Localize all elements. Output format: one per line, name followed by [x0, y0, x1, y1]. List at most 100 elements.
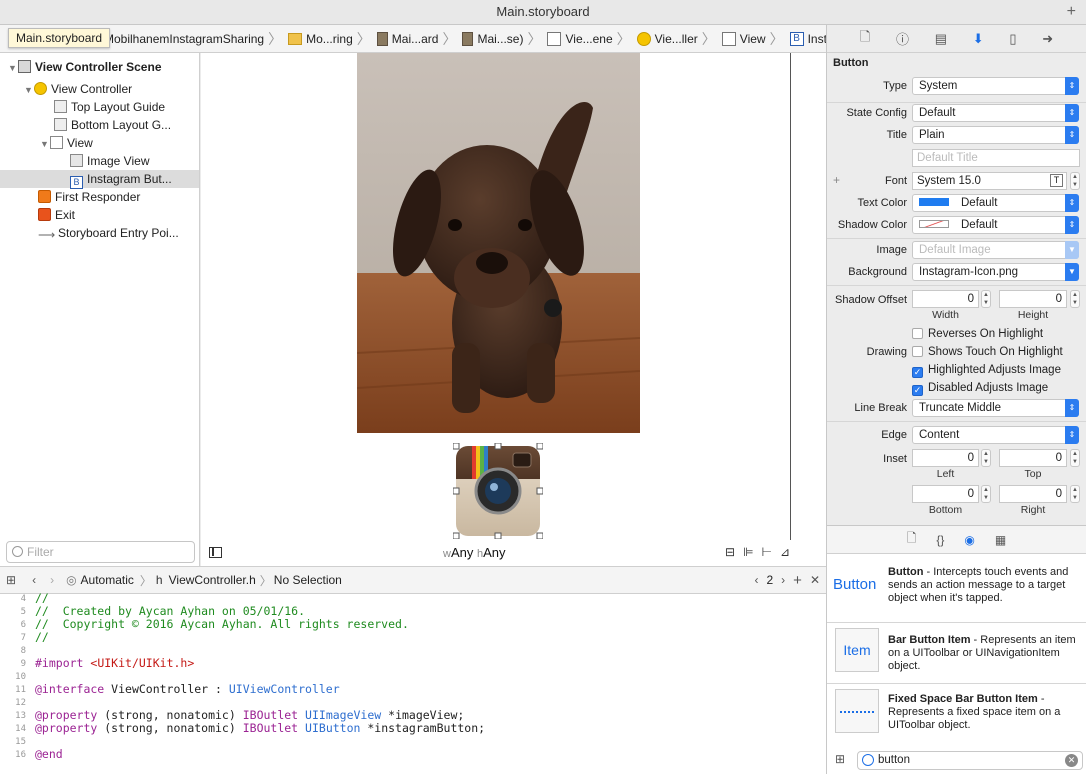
clear-search-icon[interactable]: ✕ — [1065, 754, 1078, 767]
disclosure-triangle-icon[interactable]: ▼ — [8, 59, 18, 77]
shadow-width-stepper[interactable]: ▲ ▼ — [981, 290, 991, 308]
shadow-height-stepper[interactable]: ▲ ▼ — [1070, 290, 1080, 308]
attributes-inspector-icon[interactable]: ⬇ — [973, 31, 984, 47]
resolve-issues-icon[interactable]: ⊿ — [780, 545, 798, 559]
outline-toggle-icon[interactable] — [209, 547, 222, 558]
inset-top-stepper[interactable]: ▲ ▼ — [1070, 449, 1080, 467]
inset-top-field[interactable]: 0 — [999, 449, 1067, 467]
inset-bottom-stepper[interactable]: ▲ ▼ — [981, 485, 991, 503]
title-field[interactable]: Default Title — [912, 149, 1080, 167]
outline-item-entry-point[interactable]: ⟶ Storyboard Entry Poi... — [38, 224, 179, 242]
text-color-popup[interactable]: Default ⇕ — [912, 194, 1079, 212]
disclosure-triangle-icon[interactable]: ▼ — [24, 81, 34, 99]
breadcrumb-group[interactable]: Mo...ring 〉 — [284, 25, 373, 52]
file-template-icon[interactable]: 🗋 — [907, 529, 917, 550]
section-title: Button — [833, 57, 869, 69]
type-popup[interactable]: System ⇕ — [912, 77, 1079, 95]
library-item-button[interactable]: Button Button - Intercepts touch events … — [833, 566, 1083, 616]
breadcrumb-view-controller[interactable]: Vie...ller 〉 — [633, 25, 718, 52]
outline-item-image-view[interactable]: Image View — [70, 152, 149, 170]
inset-bottom-field[interactable]: 0 — [912, 485, 979, 503]
outline-item-first-responder[interactable]: First Responder — [38, 188, 140, 206]
background-combo[interactable]: Instagram-Icon.png ▼ — [912, 263, 1079, 281]
object-library-icon[interactable]: ◉ — [964, 533, 974, 547]
media-library-icon[interactable]: ▦ — [995, 533, 1006, 547]
breadcrumb-scene[interactable]: Vie...ene 〉 — [543, 25, 632, 52]
library-item-fixed-space[interactable]: Fixed Space Bar Button Item - Represents… — [833, 689, 1083, 739]
automatic-mode[interactable]: Automatic — [81, 573, 134, 587]
outline-item-exit[interactable]: Exit — [38, 206, 75, 224]
close-editor-icon[interactable]: ✕ — [810, 573, 820, 587]
shadow-offset-width-field[interactable]: 0 — [912, 290, 979, 308]
inset-left-stepper[interactable]: ▲ ▼ — [981, 449, 991, 467]
outline-item-view-controller[interactable]: ▼ View Controller — [24, 80, 132, 98]
state-config-popup[interactable]: Default ⇕ — [912, 104, 1079, 122]
jump-bar: MobilhanemInstagramSharing 〉 Mo...ring 〉 M… — [0, 25, 826, 53]
add-font-variation-icon[interactable]: + — [833, 173, 840, 187]
library-item-bar-button[interactable]: Item Bar Button Item - Represents an ite… — [833, 628, 1083, 678]
outline-label: View Controller Scene — [35, 60, 162, 74]
back-arrow-icon[interactable]: ‹ — [32, 573, 36, 587]
disabled-adjusts-checkbox[interactable]: ✓ Disabled Adjusts Image — [912, 382, 1048, 396]
code-snippet-icon[interactable]: {} — [936, 533, 944, 547]
add-tab-icon[interactable]: + — [1067, 0, 1076, 24]
highlighted-adjusts-checkbox[interactable]: ✓ Highlighted Adjusts Image — [912, 364, 1061, 378]
outline-filter-input[interactable]: Filter — [6, 541, 195, 563]
editor-selection[interactable]: No Selection — [274, 573, 342, 587]
library-item-name: Bar Button Item — [888, 634, 971, 646]
image-combo[interactable]: Default Image ▼ — [912, 241, 1079, 259]
edge-popup[interactable]: Content ⇕ — [912, 426, 1079, 444]
type-value: System — [919, 80, 958, 92]
code-editor[interactable]: 4 // 5 // Created by Aycan Ayhan on 05/0… — [0, 591, 826, 774]
add-editor-icon[interactable]: + — [793, 572, 802, 589]
forward-arrow-icon[interactable]: › — [50, 573, 54, 587]
breadcrumb-view[interactable]: View 〉 — [718, 25, 786, 52]
outline-item-scene[interactable]: ▼ View Controller Scene — [8, 58, 162, 76]
next-counterpart-icon[interactable]: › — [781, 573, 785, 587]
title-popup[interactable]: Plain ⇕ — [912, 126, 1079, 144]
outline-item-instagram-button[interactable]: B Instagram But... — [0, 170, 199, 189]
font-field[interactable]: System 15.0 T — [912, 172, 1067, 190]
outline-item-bottom-layout-guide[interactable]: Bottom Layout G... — [54, 116, 171, 134]
inset-right-field[interactable]: 0 — [999, 485, 1067, 503]
grid-view-icon[interactable]: ⊞ — [835, 752, 845, 766]
breadcrumb-instagram-button[interactable]: BInstagram Button — [786, 25, 826, 52]
puppy-image-view[interactable] — [357, 53, 640, 433]
line-number: 12 — [15, 698, 26, 708]
pin-icon[interactable]: ⊢ — [762, 545, 780, 559]
library-search-input[interactable]: button ✕ — [857, 751, 1083, 770]
outline-item-top-layout-guide[interactable]: Top Layout Guide — [54, 98, 165, 116]
connections-inspector-icon[interactable]: ➜ — [1042, 31, 1053, 47]
inset-right-stepper[interactable]: ▲ ▼ — [1070, 485, 1080, 503]
inset-left-field[interactable]: 0 — [912, 449, 979, 467]
breadcrumb-storyboard-base[interactable]: Mai...se) 〉 — [458, 25, 543, 52]
view-icon — [721, 31, 736, 46]
disclosure-triangle-icon[interactable]: ▼ — [40, 135, 50, 153]
shadow-offset-height-field[interactable]: 0 — [999, 290, 1067, 308]
previous-counterpart-icon[interactable]: ‹ — [754, 573, 758, 587]
breadcrumb-storyboard[interactable]: Mai...ard 〉 — [373, 25, 459, 52]
arrow-right-icon: ⟶ — [38, 228, 56, 242]
size-class-control[interactable]: wAny hAny — [443, 545, 506, 560]
size-inspector-icon[interactable]: ▯ — [1009, 31, 1016, 47]
shows-touch-checkbox[interactable]: Shows Touch On Highlight — [912, 346, 1063, 358]
storyboard-canvas[interactable] — [201, 53, 826, 566]
button-icon: B — [789, 31, 804, 46]
related-items-icon[interactable]: ◎ — [66, 573, 76, 587]
font-picker-icon[interactable]: T — [1050, 174, 1063, 187]
shadow-color-popup[interactable]: Default ⇕ — [912, 216, 1079, 234]
reverses-on-highlight-checkbox[interactable]: Reverses On Highlight — [912, 328, 1043, 340]
line-break-popup[interactable]: Truncate Middle ⇕ — [912, 399, 1079, 417]
align-icon[interactable]: ⊫ — [743, 545, 761, 559]
grid-icon[interactable]: ⊞ — [6, 573, 16, 587]
identity-inspector-icon[interactable]: ▤ — [935, 31, 947, 47]
outline-item-view[interactable]: ▼ View — [40, 134, 93, 152]
popup-arrows-icon: ⇕ — [1065, 216, 1079, 234]
editor-file-name[interactable]: ViewController.h — [169, 573, 256, 587]
quick-help-icon[interactable]: ⓘ — [896, 29, 909, 48]
line-number: 6 — [20, 620, 26, 630]
stack-icon[interactable]: ⊟ — [725, 545, 743, 559]
file-inspector-icon[interactable]: 🗋 — [860, 28, 870, 50]
font-size-stepper[interactable]: ▲ ▼ — [1070, 172, 1080, 190]
instagram-button[interactable] — [453, 443, 543, 539]
